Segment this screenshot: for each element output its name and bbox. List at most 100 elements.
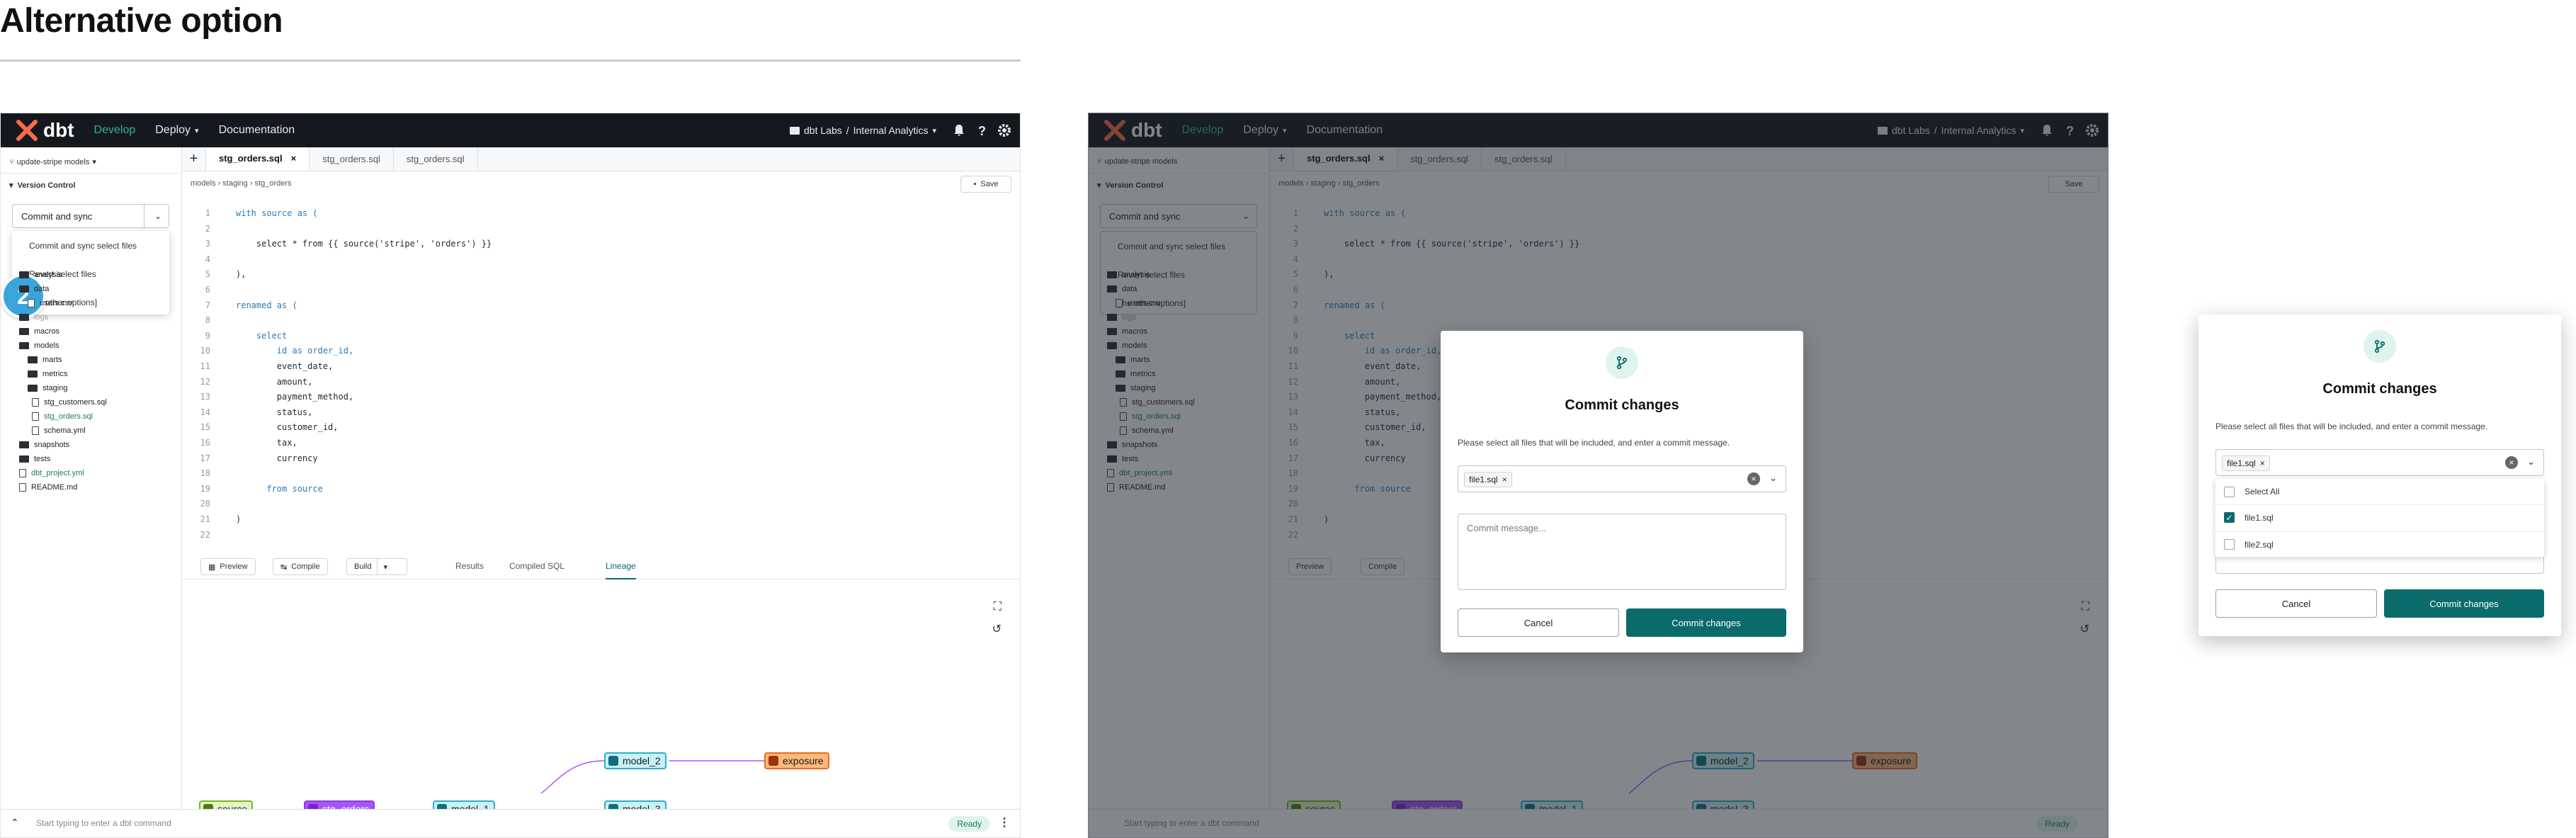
chevron-down-icon[interactable]: ▾ [383, 562, 387, 572]
line-number: 13 [200, 392, 210, 402]
tab-compiled-sql[interactable]: Compiled SQL [509, 561, 564, 571]
modal-title: Commit changes [2322, 381, 2437, 397]
dbt-logo[interactable]: dbt [16, 119, 74, 142]
folder-icon [19, 342, 29, 349]
modal-description: Please select all files that will be inc… [2215, 421, 2488, 431]
more-icon[interactable]: ⋮ [999, 815, 1010, 829]
folder-item[interactable]: data [19, 285, 49, 293]
tab-stg-orders-active[interactable]: stg_orders.sql × [206, 147, 310, 171]
nav-documentation[interactable]: Documentation [219, 124, 295, 137]
folder-item[interactable]: analysis [19, 271, 62, 279]
results-bar: ▦ Preview ↹ Compile Build ▾ Results Compile… [182, 551, 1020, 579]
chevron-down-icon: ▾ [9, 181, 13, 190]
lineage-node-model[interactable]: model_2 [604, 752, 666, 769]
option-file2[interactable]: file2.sql [2215, 531, 2544, 557]
file-select[interactable]: file1.sql × × ⌄ [1458, 465, 1786, 492]
code-line: select * from {{ source('stripe', 'order… [236, 239, 492, 249]
save-button[interactable]: ▪ Save [960, 176, 1011, 193]
gear-icon[interactable] [997, 123, 1011, 137]
file-item[interactable]: stg_customers.sql [32, 398, 107, 407]
org-name: dbt Labs [804, 125, 842, 136]
folder-item[interactable]: metrics [28, 370, 67, 378]
chevron-down-icon[interactable]: ⌄ [154, 211, 161, 221]
checkbox[interactable] [2224, 539, 2235, 550]
file-item[interactable]: stg_orders.sql [32, 412, 93, 421]
folder-item[interactable]: snapshots [19, 441, 69, 449]
modal-icon-wrap [1606, 346, 1638, 379]
nav-deploy[interactable]: Deploy ▾ [155, 124, 198, 137]
option-select-all[interactable]: Select All [2215, 479, 2544, 504]
bell-icon[interactable] [952, 123, 966, 137]
logo-text: dbt [43, 119, 74, 141]
build-button[interactable]: Build ▾ [346, 558, 407, 575]
project-name: Internal Analytics [853, 125, 929, 136]
file-item[interactable]: users.csv [28, 299, 72, 307]
page-title: Alternative option [0, 2, 283, 40]
close-icon[interactable]: × [1502, 475, 1507, 485]
file-item[interactable]: schema.yml [32, 426, 86, 435]
folder-icon [790, 126, 800, 135]
file-icon [32, 398, 39, 407]
git-branch-icon [1616, 356, 1628, 370]
file-select[interactable]: file1.sql × × ⌄ [2215, 449, 2544, 476]
commit-and-sync-button[interactable]: Commit and sync ⌄ [12, 204, 169, 228]
tab-stg-orders-3[interactable]: stg_orders.sql [394, 147, 478, 171]
preview-button[interactable]: ▦ Preview [200, 558, 256, 575]
command-input[interactable]: Start typing to enter a dbt command [36, 818, 171, 828]
file-item[interactable]: README.md [19, 483, 77, 492]
reset-icon[interactable]: ↺ [992, 622, 1002, 636]
line-number: 10 [200, 346, 210, 356]
file-item[interactable]: dbt_project.yml [19, 469, 84, 477]
folder-item[interactable]: models [19, 341, 59, 350]
org-selector[interactable]: dbt Labs / Internal Analytics ▾ [790, 125, 936, 136]
option-label: file1.sql [2245, 512, 2274, 523]
checkbox[interactable] [2224, 486, 2235, 497]
cancel-button[interactable]: Cancel [2215, 589, 2377, 618]
version-control-header[interactable]: ▾ Version Control [9, 181, 75, 190]
line-number: 2 [205, 223, 210, 234]
tab-results[interactable]: Results [455, 561, 484, 571]
commit-changes-button[interactable]: Commit changes [2384, 589, 2544, 618]
sidebar-divider [1, 173, 182, 174]
close-icon[interactable]: × [291, 153, 297, 164]
commit-changes-button[interactable]: Commit changes [1626, 608, 1786, 637]
checkbox-checked[interactable]: ✓ [2224, 512, 2235, 523]
chevron-down-icon[interactable]: ⌄ [2527, 456, 2535, 468]
tree-item-label: stg_orders.sql [44, 412, 93, 421]
branch-selector[interactable]: ⑂ update-stripe models ▾ [9, 157, 96, 167]
new-tab-button[interactable]: + [182, 147, 206, 171]
breadcrumb-item[interactable]: models [191, 179, 215, 188]
code-line: status, [236, 407, 313, 417]
line-number: 15 [200, 422, 210, 433]
folder-item[interactable]: macros [19, 327, 59, 336]
option-file1[interactable]: ✓ file1.sql [2215, 504, 2544, 530]
folder-icon [19, 271, 29, 278]
chevron-down-icon[interactable]: ⌄ [1769, 472, 1777, 484]
clear-icon[interactable]: × [2505, 456, 2518, 469]
node-label: model_2 [623, 755, 661, 766]
folder-item[interactable]: staging [28, 384, 67, 392]
tab-lineage[interactable]: Lineage [606, 561, 636, 579]
lineage-node-exposure[interactable]: exposure [764, 752, 829, 769]
fullscreen-icon[interactable]: ⛶ [994, 601, 1002, 613]
dbt-logo-icon [16, 120, 38, 141]
code-editor[interactable]: 1 with source as (2 3 select * from {{ sou… [182, 198, 1020, 540]
editor-tabbar: + stg_orders.sql × stg_orders.sql stg_ord… [182, 147, 1020, 171]
tab-stg-orders-2[interactable]: stg_orders.sql [310, 147, 394, 171]
commit-message-field[interactable]: Commit message... [1458, 514, 1786, 590]
cancel-button[interactable]: Cancel [1458, 608, 1619, 637]
folder-item[interactable]: marts [28, 356, 62, 364]
nav-deploy-label: Deploy [155, 124, 191, 136]
folder-item[interactable]: logs [19, 313, 48, 322]
folder-item[interactable]: tests [19, 455, 50, 463]
compile-button[interactable]: ↹ Compile [273, 558, 328, 575]
version-control-label: Version Control [17, 181, 76, 190]
line-number: 17 [200, 453, 210, 463]
clear-icon[interactable]: × [1747, 472, 1760, 485]
help-icon[interactable]: ? [975, 123, 989, 137]
chevron-up-icon[interactable]: ⌃ [11, 817, 19, 829]
dropdown-option-commit-select[interactable]: Commit and sync select files [29, 241, 137, 251]
breadcrumb-item[interactable]: staging [222, 179, 247, 188]
nav-develop[interactable]: Develop [94, 124, 136, 137]
close-icon[interactable]: × [2260, 458, 2265, 468]
